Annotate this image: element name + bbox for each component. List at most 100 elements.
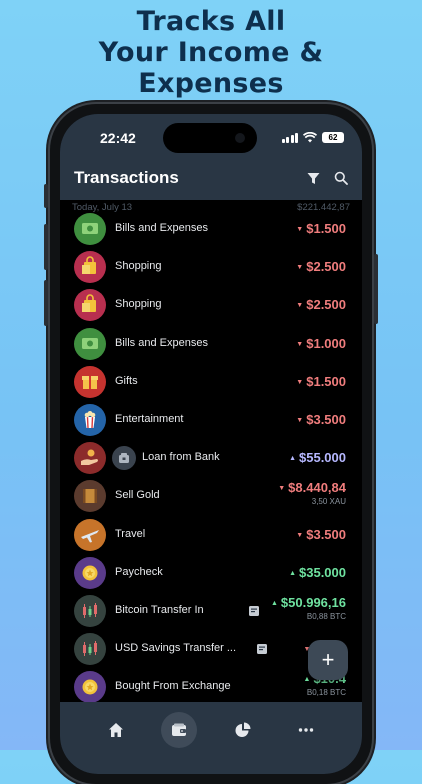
transaction-name: Entertainment xyxy=(115,412,184,425)
transaction-row[interactable]: Paycheck ▲ $35.000 xyxy=(60,554,362,592)
transaction-name: Bitcoin Transfer In xyxy=(115,603,204,616)
arrow-up-icon: ▲ xyxy=(289,455,296,463)
amount-value: $1.500 xyxy=(306,221,346,236)
arrow-down-icon: ▼ xyxy=(296,264,304,272)
tab-bar xyxy=(60,702,362,774)
transaction-list[interactable]: Bills and Expenses ▼ $1.500 Shopping ▼ $2.500… xyxy=(60,210,362,706)
transaction-row[interactable]: Gifts ▼ $1.500 xyxy=(60,363,362,401)
amount-value: $2.500 xyxy=(306,259,346,275)
bank-icon xyxy=(112,446,136,471)
chart-candles-icon xyxy=(74,633,106,666)
transaction-name: Bought From Exchange xyxy=(115,680,231,693)
transaction-row[interactable]: Travel ▼ $3.500 xyxy=(60,516,362,554)
arrow-up-icon: ▲ xyxy=(289,569,296,577)
transaction-amount: ▼ $3.500 xyxy=(296,412,346,427)
promo-line-2: Your Income & xyxy=(98,37,324,68)
app-screen: 22:42 62 Transactions Today, July 13 $22… xyxy=(60,114,362,774)
tab-reports[interactable] xyxy=(225,712,261,748)
transaction-name: Bills and Expenses xyxy=(115,336,208,349)
shopping-bag-icon xyxy=(74,289,106,322)
promo-line-3: Expenses xyxy=(138,68,284,99)
amount-value: $2.500 xyxy=(306,297,346,313)
tab-transactions[interactable] xyxy=(161,712,197,748)
more-icon xyxy=(298,728,314,732)
transaction-row[interactable]: Entertainment ▼ $3.500 xyxy=(60,401,362,439)
transaction-name: Gifts xyxy=(115,374,138,387)
search-icon[interactable] xyxy=(334,171,348,185)
gold-bars-icon xyxy=(74,480,106,513)
transaction-name: Loan from Bank xyxy=(142,451,220,464)
gift-icon xyxy=(74,365,106,398)
amount-value: $1.000 xyxy=(306,335,346,351)
transaction-row[interactable]: Sell Gold ▼ $8.440,84 3,50 XAU xyxy=(60,477,362,515)
arrow-down-icon: ▼ xyxy=(296,302,304,310)
page-title: Transactions xyxy=(74,168,179,187)
transaction-sub-amount: B0,88 BTC xyxy=(306,611,346,621)
home-icon xyxy=(109,723,123,737)
transaction-amount: ▼ $3.500 xyxy=(296,527,346,542)
battery-indicator: 62 xyxy=(322,132,344,143)
amount-value: $55.000 xyxy=(299,450,346,466)
note-icon xyxy=(248,604,260,622)
transaction-row[interactable]: Shopping ▼ $2.500 xyxy=(60,248,362,286)
popcorn-icon xyxy=(74,403,106,436)
phone-frame: 22:42 62 Transactions Today, July 13 $22… xyxy=(44,104,378,784)
transaction-row[interactable]: Bills and Expenses ▼ $1.500 xyxy=(60,210,362,248)
transaction-row[interactable]: Shopping ▼ $2.500 xyxy=(60,286,362,324)
arrow-up-icon: ▲ xyxy=(270,599,278,607)
transaction-amount: ▼ $8.440,84 xyxy=(278,480,346,495)
transaction-amount: ▼ $1.500 xyxy=(296,374,346,389)
tab-home[interactable] xyxy=(98,712,134,748)
transaction-amount: ▲ $55.000 xyxy=(289,450,346,465)
dynamic-island xyxy=(163,123,257,153)
transaction-amount: ▼ $2.500 xyxy=(296,297,346,312)
transaction-name: Shopping xyxy=(115,298,162,311)
action-button xyxy=(44,184,48,208)
status-time: 22:42 xyxy=(100,130,136,146)
amount-value: $8.440,84 xyxy=(288,480,346,496)
transaction-row[interactable]: Bitcoin Transfer In ▲ $50.996,16 B0,88 BTC xyxy=(60,592,362,630)
wifi-icon xyxy=(303,132,317,143)
transaction-amount: ▼ $2.500 xyxy=(296,259,346,274)
coin-icon xyxy=(74,671,106,704)
amount-value: $3.500 xyxy=(306,526,346,542)
transaction-name: Shopping xyxy=(115,260,162,273)
arrow-down-icon: ▼ xyxy=(296,531,304,539)
arrow-down-icon: ▼ xyxy=(296,378,304,386)
wallet-icon xyxy=(172,723,186,736)
transaction-name: Bills and Expenses xyxy=(115,222,208,234)
status-icons: 62 xyxy=(281,132,344,143)
amount-value: $3.500 xyxy=(306,411,346,427)
arrow-down-icon: ▼ xyxy=(296,340,304,348)
tab-more[interactable] xyxy=(288,712,324,748)
airplane-icon xyxy=(74,518,106,551)
power-button xyxy=(374,254,378,324)
transaction-name: USD Savings Transfer ... xyxy=(115,642,237,655)
transaction-sub-amount: B0,18 BTC xyxy=(306,688,346,698)
money-icon xyxy=(74,213,106,245)
promo-headline: Tracks All Your Income & Expenses xyxy=(0,6,422,99)
money-icon xyxy=(74,327,106,360)
cellular-signal-icon xyxy=(281,132,298,143)
note-icon xyxy=(256,642,268,660)
volume-up-button xyxy=(44,224,48,270)
add-transaction-button[interactable]: + xyxy=(308,640,348,680)
transaction-amount: ▲ $35.000 xyxy=(289,565,346,580)
transaction-sub-amount: 3,50 XAU xyxy=(311,497,346,507)
amount-value: $1.500 xyxy=(306,373,346,389)
promo-line-1: Tracks All xyxy=(136,6,286,37)
amount-value: $50.996,16 xyxy=(280,594,346,610)
chart-candles-icon xyxy=(74,594,106,627)
transaction-amount: ▼ $1.000 xyxy=(296,336,346,351)
transaction-amount: ▲ $50.996,16 xyxy=(271,595,346,610)
volume-down-button xyxy=(44,280,48,326)
pie-chart-icon xyxy=(235,722,251,737)
transaction-name: Paycheck xyxy=(115,565,163,578)
transaction-row[interactable]: Bills and Expenses ▼ $1.000 xyxy=(60,325,362,363)
transaction-row[interactable]: Loan from Bank ▲ $55.000 xyxy=(60,439,362,477)
transaction-name: Sell Gold xyxy=(115,489,160,502)
shopping-bag-icon xyxy=(74,251,106,284)
arrow-down-icon: ▼ xyxy=(296,416,304,424)
filter-icon[interactable] xyxy=(307,172,320,185)
app-header: 22:42 62 Transactions xyxy=(60,114,362,200)
